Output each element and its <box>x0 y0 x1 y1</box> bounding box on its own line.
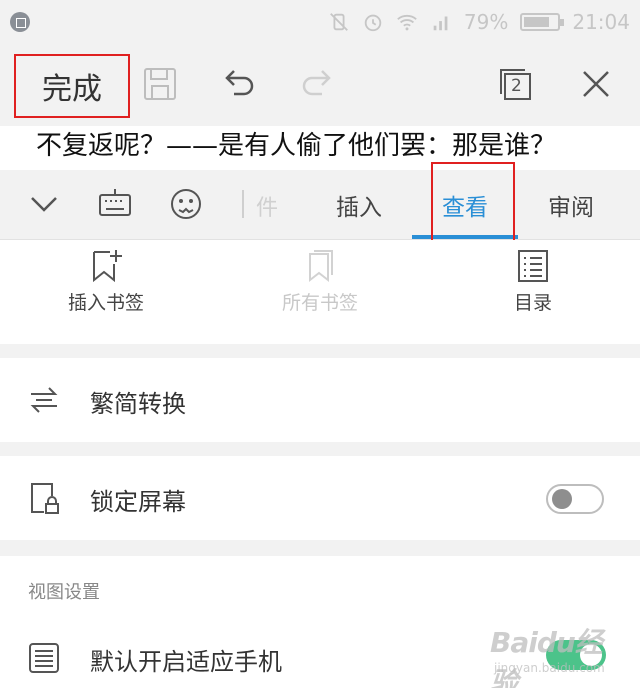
section-divider <box>0 344 640 358</box>
all-bookmarks-button[interactable]: 所有书签 <box>250 248 390 338</box>
bookmarks-icon <box>309 250 333 283</box>
done-button[interactable]: 完成 <box>14 54 130 118</box>
tab-review-label: 审阅 <box>548 195 594 221</box>
toggle-knob <box>552 489 572 509</box>
signal-icon <box>433 16 448 31</box>
bookmark-add-icon <box>93 250 122 283</box>
windows-icon[interactable]: 2 <box>496 64 536 104</box>
insert-bookmark-label: 插入书签 <box>67 292 144 314</box>
document-text[interactable]: 不复返呢？——是有人偷了他们罢：那是谁？ <box>0 126 640 170</box>
menu-lines-icon <box>29 643 59 673</box>
emoji-face-icon[interactable] <box>168 186 204 222</box>
redo-icon[interactable] <box>298 64 338 104</box>
convert-label: 繁简转换 <box>90 390 186 418</box>
ribbon-divider <box>242 190 244 218</box>
all-bookmarks-label: 所有书签 <box>281 292 358 314</box>
tab-insert[interactable]: 插入 <box>306 170 412 240</box>
editor-toolbar: 完成 2 <box>0 44 640 126</box>
battery-icon <box>520 13 565 31</box>
table-of-contents-icon <box>518 250 548 282</box>
close-icon[interactable] <box>576 64 616 104</box>
status-bar: 79% 21:04 <box>0 0 640 44</box>
baidu-watermark: Baidu经验 jingyan.baidu.com <box>490 615 615 688</box>
table-of-contents-button[interactable]: 目录 <box>463 248 603 338</box>
clock: 21:04 <box>572 10 630 34</box>
section-divider <box>0 442 640 456</box>
watermark-main: Baidu经验 <box>490 626 603 688</box>
fit-phone-label: 默认开启适应手机 <box>90 648 282 676</box>
undo-icon[interactable] <box>218 64 258 104</box>
window-count: 2 <box>511 76 522 96</box>
alarm-icon <box>364 14 382 32</box>
tab-file-fragment[interactable]: 件 <box>256 190 278 222</box>
vibrate-off-icon <box>330 13 348 31</box>
lock-screen-toggle[interactable] <box>546 484 604 514</box>
battery-fill <box>524 17 550 27</box>
convert-icon <box>30 387 58 413</box>
convert-row[interactable]: 繁简转换 <box>0 358 640 442</box>
tab-review[interactable]: 审阅 <box>518 170 624 240</box>
save-icon[interactable] <box>140 64 180 104</box>
battery-percent: 79% <box>463 10 509 34</box>
insert-bookmark-button[interactable]: 插入书签 <box>36 248 176 338</box>
watermark-sub: jingyan.baidu.com <box>494 661 605 675</box>
tab-insert-label: 插入 <box>336 195 382 221</box>
section-divider <box>0 540 640 556</box>
lock-screen-label: 锁定屏幕 <box>90 488 186 516</box>
view-tools-panel: 插入书签 所有书签 目录 <box>0 240 640 344</box>
lock-screen-icon <box>31 483 59 514</box>
status-icons: 79% 21:04 <box>328 8 630 36</box>
lock-screen-row: 锁定屏幕 <box>0 456 640 540</box>
table-of-contents-label: 目录 <box>513 292 552 314</box>
ribbon-bar: 件 插入 查看 审阅 <box>0 170 640 240</box>
app-notification-icon <box>10 12 30 32</box>
view-settings-title: 视图设置 <box>28 582 100 603</box>
chevron-down-icon[interactable] <box>26 186 62 222</box>
wifi-icon <box>397 14 417 31</box>
keyboard-icon[interactable] <box>97 186 133 222</box>
